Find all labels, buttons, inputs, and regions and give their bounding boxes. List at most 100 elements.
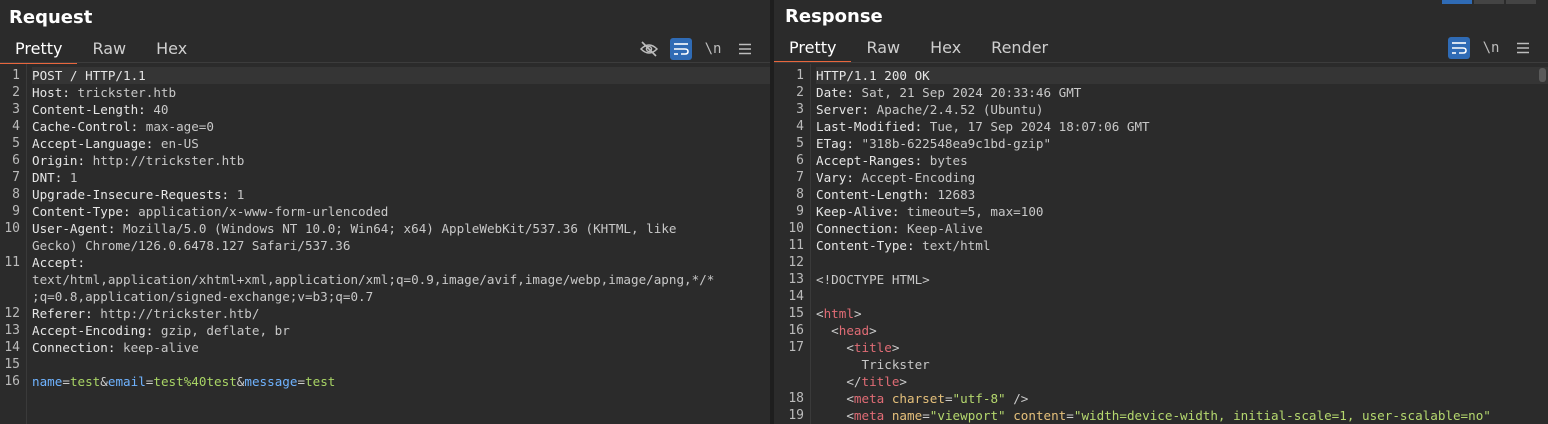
response-title: Response [785,6,883,27]
response-scrollbar[interactable] [1539,68,1546,82]
line-number [784,373,816,390]
code-token: ETag: [816,136,862,151]
line-number: 6 [12,153,20,168]
line-number: 8 [12,187,20,202]
line-code: HTTP/1.1 200 OK [816,67,1548,84]
line-number [0,288,32,305]
code-token: < [816,391,854,406]
code-token: Mozilla/5.0 (Windows NT 10.0; Win64; x64… [123,221,677,236]
request-line: 5 Accept-Language: en-US [0,135,770,152]
line-number: 16 [788,323,804,338]
wrap-icon[interactable] [670,38,692,60]
code-token: text/html [922,238,991,253]
line-number: 4 [796,119,804,134]
line-number: 9 [12,204,20,219]
code-token: > [869,323,877,338]
layout-buttons[interactable] [1442,0,1536,4]
request-line: 16 name=test&email=test%40test&message=te… [0,373,770,390]
line-code: Content-Length: 12683 [816,186,1548,203]
line-code: <title> [816,339,1548,356]
eye-slash-icon[interactable] [638,38,660,60]
response-line: 16 <head> [784,322,1548,339]
code-token: Vary: [816,170,862,185]
response-tab-pretty[interactable]: Pretty [774,35,852,63]
response-line: 6 Accept-Ranges: bytes [784,152,1548,169]
line-code: Host: trickster.htb [32,84,770,101]
response-editor[interactable]: 1 HTTP/1.1 200 OK 2 Date: Sat, 21 Sep 2024 … [774,64,1548,424]
code-token: bytes [929,153,968,168]
response-line: 12 [784,254,1548,271]
request-line: 8 Upgrade-Insecure-Requests: 1 [0,186,770,203]
line-code: Accept-Language: en-US [32,135,770,152]
code-token: timeout=5, max=100 [907,204,1044,219]
request-line: 9 Content-Type: application/x-www-form-ur… [0,203,770,220]
response-lines: 1 HTTP/1.1 200 OK 2 Date: Sat, 21 Sep 2024 … [784,67,1548,424]
code-token: = [62,374,70,389]
line-code: ETag: "318b-622548ea9c1bd-gzip" [816,135,1548,152]
response-tab-raw[interactable]: Raw [851,35,915,61]
code-token: Last-Modified: [816,119,930,134]
line-number: 5 [796,136,804,151]
request-line: 4 Cache-Control: max-age=0 [0,118,770,135]
menu-icon[interactable] [1512,37,1534,59]
code-token: < [816,408,854,423]
response-line: 14 [784,288,1548,305]
code-token: Accept-Encoding [861,170,976,185]
wrap-icon[interactable] [1448,37,1470,59]
line-number: 8 [796,187,804,202]
code-token: > [891,340,900,355]
request-tab-hex[interactable]: Hex [141,36,202,62]
code-token: Connection: [816,221,907,236]
code-token: POST / HTTP/1.1 [32,68,146,83]
newline-toggle[interactable]: \n [1480,37,1502,59]
code-token: Content-Length: [816,187,938,202]
line-number: 18 [788,391,804,406]
code-token: Referer: [32,306,101,321]
code-token: Upgrade-Insecure-Requests: [32,187,237,202]
response-tab-render[interactable]: Render [976,35,1063,61]
response-line: 9 Keep-Alive: timeout=5, max=100 [784,203,1548,220]
request-line: 10 User-Agent: Mozilla/5.0 (Windows NT 10… [0,220,770,237]
line-number [784,356,816,373]
request-tab-raw[interactable]: Raw [77,36,141,62]
code-token: gzip, deflate, br [160,323,290,338]
menu-icon[interactable] [734,38,756,60]
request-tab-pretty[interactable]: Pretty [0,36,78,64]
line-code: <meta name="viewport" content="width=dev… [816,407,1548,424]
code-token: Host: [32,85,78,100]
code-token: 1 [69,170,78,185]
line-code: </title> [816,373,1548,390]
code-token: "width=device-width, initial-scale=1, us… [1073,408,1491,423]
code-token: "utf-8" [952,391,1006,406]
line-code: Upgrade-Insecure-Requests: 1 [32,186,770,203]
code-token: Accept: [32,255,93,270]
code-token: > [853,306,862,321]
request-line: 2 Host: trickster.htb [0,84,770,101]
request-line: 7 DNT: 1 [0,169,770,186]
line-code: Origin: http://trickster.htb [32,152,770,169]
code-token: Keep-Alive: [816,204,907,219]
line-number: 12 [788,255,804,270]
line-number: 1 [796,68,804,83]
code-token: name [32,374,63,389]
response-tab-hex[interactable]: Hex [915,35,976,61]
line-number: 2 [796,85,804,100]
code-token: meta [853,408,885,423]
line-number [0,271,32,288]
code-token: application/x-www-form-urlencoded [138,204,389,219]
line-number: 5 [12,136,20,151]
code-token: User-Agent: [32,221,123,236]
code-token: Server: [816,102,877,117]
line-number: 4 [12,119,20,134]
code-token: Connection: [32,340,123,355]
code-token: = [1066,408,1074,423]
request-editor[interactable]: 1 POST / HTTP/1.1 2 Host: trickster.htb 3 Con… [0,64,770,424]
response-line: 17 <title> [784,339,1548,356]
response-line: 7 Vary: Accept-Encoding [784,169,1548,186]
line-code: Vary: Accept-Encoding [816,169,1548,186]
code-token: < [816,306,824,321]
newline-toggle[interactable]: \n [702,38,724,60]
code-token: <!DOCTYPE HTML> [816,272,930,287]
